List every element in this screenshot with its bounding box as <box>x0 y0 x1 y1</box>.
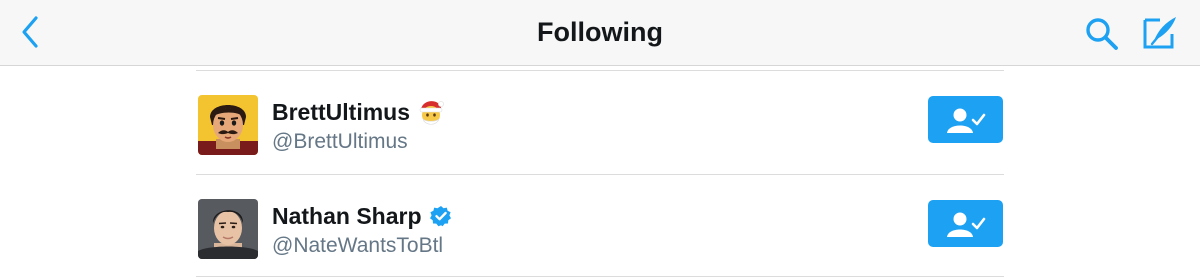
user-handle: @BrettUltimus <box>272 130 408 153</box>
display-name[interactable]: Nathan Sharp <box>272 203 422 230</box>
navigation-bar: Following <box>0 0 1200 66</box>
compose-tweet-icon <box>1143 17 1176 49</box>
compose-tweet-button[interactable] <box>1138 12 1182 54</box>
search-icon <box>1086 18 1118 50</box>
list-item[interactable]: BrettUltimus @BrettUltimus <box>196 70 1004 172</box>
page-title: Following <box>537 17 663 47</box>
following-list: BrettUltimus @BrettUltimus Nathan Sharp … <box>196 66 1004 278</box>
avatar[interactable] <box>198 199 258 259</box>
following-check-icon <box>946 108 985 133</box>
display-name-line: BrettUltimus <box>272 96 444 128</box>
verified-badge-icon <box>429 205 452 227</box>
search-button[interactable] <box>1082 14 1122 54</box>
chevron-left-icon <box>22 16 38 48</box>
cartoon-avatar-icon <box>198 95 258 155</box>
following-button[interactable] <box>928 200 1003 247</box>
santa-emoji-icon <box>418 98 444 126</box>
photo-avatar-icon <box>198 199 258 259</box>
user-handle: @NateWantsToBtl <box>272 234 444 257</box>
display-name[interactable]: BrettUltimus <box>272 99 410 126</box>
back-button[interactable] <box>12 14 48 50</box>
list-divider <box>196 276 1004 277</box>
display-name-line: Nathan Sharp <box>272 200 452 232</box>
following-check-icon <box>946 212 985 237</box>
following-button[interactable] <box>928 96 1003 143</box>
list-item[interactable]: Nathan Sharp @NateWantsToBtl <box>196 174 1004 276</box>
avatar[interactable] <box>198 95 258 155</box>
